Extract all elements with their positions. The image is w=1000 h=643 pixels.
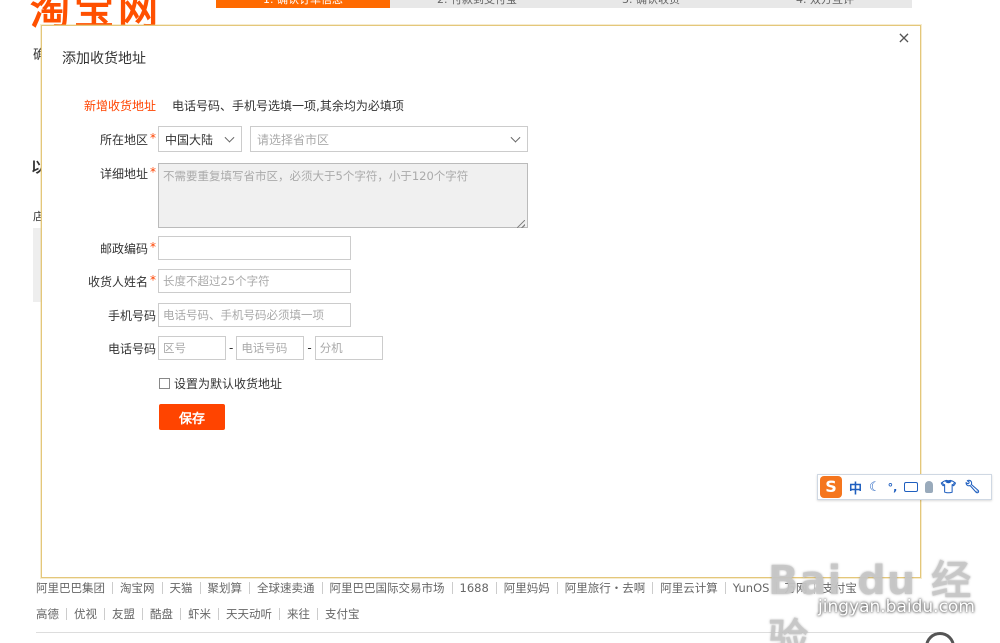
footer-link[interactable]: 全球速卖通 <box>249 582 322 594</box>
punctuation-icon[interactable]: °, <box>888 481 898 494</box>
required-note: 电话号码、手机号选填一项,其余均为必填项 <box>172 99 404 113</box>
close-icon[interactable]: × <box>896 30 912 46</box>
keyboard-icon[interactable] <box>904 482 919 492</box>
province-select-placeholder: 请选择省市区 <box>257 132 330 147</box>
extension-input[interactable] <box>314 336 383 360</box>
dialog-title: 添加收货地址 <box>62 51 146 67</box>
footer-link[interactable]: 优视 <box>66 608 104 620</box>
recipient-name-input[interactable] <box>158 269 351 293</box>
required-mark: * <box>150 165 156 179</box>
detail-address-label: 详细地址 <box>99 167 148 181</box>
required-mark: * <box>150 239 156 254</box>
footer-link[interactable]: 阿里巴巴集团 <box>36 582 112 594</box>
postcode-label: 邮政编码 <box>99 241 148 256</box>
footer-link[interactable]: 阿里旅行・去啊 <box>556 582 653 594</box>
footer-link[interactable]: 天猫 <box>161 582 200 594</box>
footer-link[interactable]: 友盟 <box>104 608 142 620</box>
country-select[interactable]: 中国大陆 <box>158 126 242 152</box>
phone-separator: - <box>229 341 234 355</box>
postcode-row: 邮政编码 * <box>42 236 351 260</box>
footer-link[interactable]: 淘宝网 <box>112 582 162 594</box>
phone-label: 电话号码 <box>107 341 156 356</box>
province-select[interactable]: 请选择省市区 <box>250 126 528 152</box>
mobile-input[interactable] <box>158 303 351 327</box>
add-address-dialog: 添加收货地址 × 新增收货地址 电话号码、手机号选填一项,其余均为必填项 所在地… <box>41 25 921 578</box>
shirt-icon[interactable]: 👕︎ <box>940 480 957 495</box>
footer-link[interactable]: 1688 <box>451 582 496 594</box>
chevron-down-icon <box>510 132 521 143</box>
footer-link[interactable]: 天天动听 <box>218 608 279 620</box>
step-4: 4. 双方互评 <box>738 0 912 8</box>
phone-separator: - <box>307 341 312 355</box>
ime-chinese-mode[interactable]: 中 <box>849 478 862 497</box>
footer-link[interactable]: 阿里云计算 <box>652 582 725 594</box>
save-button[interactable]: 保存 <box>159 404 225 430</box>
region-row: 所在地区 * 中国大陆 请选择省市区 <box>42 126 528 152</box>
country-select-value: 中国大陆 <box>165 132 214 147</box>
detail-address-row: 详细地址 * <box>42 163 528 231</box>
default-address-checkbox[interactable] <box>159 378 170 389</box>
new-address-heading: 新增收货地址 <box>83 99 156 113</box>
footer-link[interactable]: 酷盘 <box>142 608 180 620</box>
footer-link[interactable]: 虾米 <box>180 608 218 620</box>
region-label: 所在地区 <box>99 132 148 147</box>
required-mark: * <box>150 272 156 287</box>
footer-link[interactable]: 阿里巴巴国际交易市场 <box>321 582 452 594</box>
section-header-row: 新增收货地址 电话号码、手机号选填一项,其余均为必填项 <box>42 97 404 114</box>
phone-row: 电话号码 - - <box>42 336 383 360</box>
watermark-url: jingyan.baidu.com <box>818 597 975 617</box>
postcode-input[interactable] <box>158 236 351 260</box>
baidu-jingyan-watermark: Bai du 经验 <box>768 558 973 643</box>
recipient-name-row: 收货人姓名 * <box>42 269 351 293</box>
default-address-row: 设置为默认收货地址 <box>159 375 282 392</box>
checkout-steps: 1. 确认订单信息 2. 付款到支付宝 3. 确认收货 4. 双方互评 <box>216 0 912 8</box>
footer-link[interactable]: 高德 <box>36 608 66 620</box>
footer-link[interactable]: 阿里妈妈 <box>495 582 557 594</box>
area-code-input[interactable] <box>158 336 226 360</box>
recipient-name-label: 收货人姓名 <box>87 274 148 289</box>
step-2: 2. 付款到支付宝 <box>390 0 564 8</box>
detail-address-textarea[interactable] <box>158 163 528 228</box>
phone-number-input[interactable] <box>236 336 305 360</box>
wrench-icon[interactable]: 🔧︎ <box>964 480 981 495</box>
step-1: 1. 确认订单信息 <box>216 0 390 8</box>
resize-handle-icon[interactable] <box>517 220 525 228</box>
default-address-label[interactable]: 设置为默认收货地址 <box>174 375 282 392</box>
footer-link[interactable]: 聚划算 <box>199 582 250 594</box>
mobile-label: 手机号码 <box>107 308 156 323</box>
moon-icon[interactable]: ☾ <box>869 480 881 495</box>
ime-toolbar[interactable]: S 中 ☾ °, 👕︎ 🔧︎ <box>817 474 992 500</box>
chevron-down-icon <box>224 132 235 143</box>
mobile-row: 手机号码 <box>42 303 351 327</box>
step-3: 3. 确认收货 <box>564 0 738 8</box>
sogou-logo-icon[interactable]: S <box>820 476 842 498</box>
footer-link[interactable]: 来往 <box>279 608 317 620</box>
user-icon[interactable] <box>925 481 934 493</box>
footer-link[interactable]: 支付宝 <box>317 608 367 620</box>
required-mark: * <box>150 130 156 145</box>
